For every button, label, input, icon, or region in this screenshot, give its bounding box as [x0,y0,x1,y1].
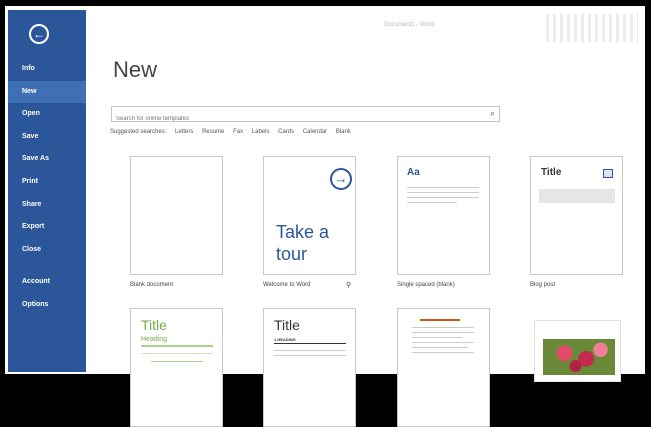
suggested-labels[interactable]: Labels [252,129,270,135]
template-label-blank-document: Blank document [130,282,174,288]
suggested-searches: Suggested searches: Letters Resume Fax L… [110,129,358,135]
template-preview-title: Title [274,317,300,333]
preview-rule [141,345,213,347]
suggested-resume[interactable]: Resume [202,129,224,135]
suggested-cards[interactable]: Cards [278,129,294,135]
template-preview-heading: 1 HEADING [274,337,296,342]
nav-item-save-as[interactable]: Save As [8,148,86,171]
preview-line [407,187,479,188]
template-preview-heading: Heading [141,336,168,343]
search-input[interactable] [112,112,476,126]
arrow-right-circle-icon: → [330,168,352,190]
template-preview-title: Title [141,317,167,333]
suggested-calendar[interactable]: Calendar [303,129,327,135]
preview-line [412,332,474,333]
nav-separator [8,261,86,271]
preview-rule [274,343,346,344]
nav-item-save[interactable]: Save [8,126,86,149]
backstage-sidebar: ← Info New Open Save Save As Print Share… [8,10,86,372]
preview-line [412,327,474,328]
preview-line [407,192,479,193]
preview-line [412,352,474,353]
preview-line [407,197,479,198]
nav-item-open[interactable]: Open [8,103,86,126]
nav-item-new[interactable]: New [8,80,86,104]
template-single-spaced[interactable]: Aa [397,156,490,275]
template-welcome-to-word[interactable]: → Take a tour [263,156,356,275]
template-preview-text: Aa [407,167,420,178]
flower-photo-image [543,339,615,375]
nav-item-info[interactable]: Info [8,58,86,81]
template-blog-post[interactable]: Title [530,156,623,275]
template-photo[interactable] [534,320,621,382]
page-title: New [113,57,158,82]
nav-item-print[interactable]: Print [8,171,86,194]
search-icon[interactable]: ⌕ [490,108,495,119]
image-icon [603,169,613,178]
backstage-nav: Info New Open Save Save As Print Share E… [8,58,86,317]
template-blank-document[interactable] [130,156,223,275]
back-button[interactable]: ← [29,24,49,44]
preview-heading-bar [420,319,460,321]
template-label-single-spaced: Single spaced (blank) [397,282,455,288]
preview-line [274,355,346,356]
preview-line [274,350,346,351]
template-plain-title[interactable]: Title 1 HEADING [263,308,356,427]
nav-item-options[interactable]: Options [8,294,86,317]
pin-icon[interactable]: ⚲ [346,281,351,289]
preview-line [412,337,462,338]
preview-line [412,347,468,348]
template-label-welcome-to-word: Welcome to Word [263,282,311,288]
tour-text-line-1: Take a [276,222,330,242]
suggested-letters[interactable]: Letters [175,129,193,135]
template-green-title[interactable]: Title Heading [130,308,223,427]
suggested-fax[interactable]: Fax [233,129,243,135]
suggested-searches-label: Suggested searches: [110,129,167,135]
tour-text-line-2: tour [276,244,308,264]
nav-item-share[interactable]: Share [8,194,86,217]
nav-item-account[interactable]: Account [8,271,86,294]
template-label-blog-post: Blog post [530,282,556,288]
window-title: Document1 - Word [384,22,435,28]
template-search-box: ⌕ [111,106,500,126]
template-resume[interactable] [397,308,490,427]
preview-line [407,202,457,203]
preview-line [412,342,474,343]
nav-item-close[interactable]: Close [8,239,86,262]
preview-line [141,353,213,354]
preview-line [151,361,203,362]
template-preview-title: Title [541,167,562,178]
nav-item-export[interactable]: Export [8,216,86,239]
preview-block [539,189,615,203]
title-bar-decoration [546,14,638,42]
suggested-blank[interactable]: Blank [336,129,351,135]
tour-text: Take a tour [276,221,329,265]
